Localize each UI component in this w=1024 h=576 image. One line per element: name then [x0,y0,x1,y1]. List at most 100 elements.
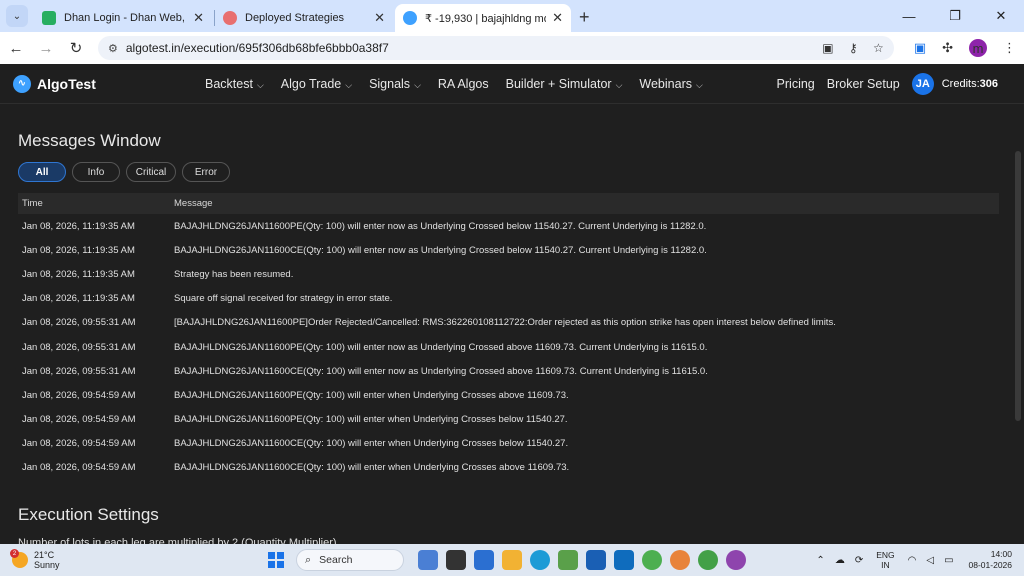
url-text[interactable]: algotest.in/execution/695f306db68bfe6bbb… [126,41,810,55]
table-row: Jan 08, 2026, 11:19:35 AM Strategy has be… [18,262,999,286]
main-menu: Backtest ⌵ Algo Trade ⌵ Signals ⌵ RA Algos … [205,64,720,104]
address-bar[interactable]: ⚙ algotest.in/execution/695f306db68bfe6b… [98,36,894,60]
messages-window-title: Messages Window [18,131,161,150]
credits-display: Credits:306 [942,78,998,90]
chevron-down-icon: ⌵ [345,80,353,90]
cast-icon[interactable]: ▣ [822,41,833,55]
bookmark-star-icon[interactable]: ☆ [873,41,884,55]
app-navbar: ∿ AlgoTest Backtest ⌵ Algo Trade ⌵ Signals… [0,64,1024,104]
password-key-icon[interactable]: ⚷ [849,41,858,55]
menu-builder-simulator[interactable]: Builder + Simulator ⌵ [506,77,623,91]
menu-label: Webinars [639,77,692,91]
algotest-logo-icon: ∿ [13,74,31,93]
minimize-icon[interactable]: — [886,0,932,32]
weather-widget[interactable]: 2 21°C Sunny [10,549,132,570]
filter-info-button[interactable]: Info [72,162,120,182]
sync-icon[interactable]: ⟳ [855,555,863,566]
row-message: [BAJAJHLDNG26JAN11600PE]Order Rejected/C… [174,317,836,329]
user-avatar[interactable]: JA [911,73,934,95]
row-time: Jan 08, 2026, 09:54:59 AM [22,438,136,450]
browser-tab-deployed-strategies[interactable]: Deployed Strategies ✕ [215,4,393,32]
tab-search-icon[interactable]: ⌄ [6,5,28,27]
teams-app-icon[interactable] [586,550,606,570]
new-tab-icon[interactable]: + [579,7,590,28]
store-app-icon[interactable] [474,550,494,570]
row-time: Jan 08, 2026, 09:55:31 AM [22,365,136,377]
taskbar-search[interactable]: ⌕ Search [296,549,404,571]
forward-icon[interactable]: → [32,34,60,62]
credits-value: 306 [979,78,998,90]
volume-icon[interactable]: ◁ [926,555,934,566]
close-window-icon[interactable]: ✕ [978,0,1024,32]
menu-backtest[interactable]: Backtest ⌵ [205,77,264,91]
clock-date: 08-01-2026 [968,560,1012,570]
extensions-puzzle-icon[interactable]: ✣ [942,40,953,56]
chevron-down-icon: ⌵ [695,80,703,90]
row-message: BAJAJHLDNG26JAN11600PE(Qty: 100) will en… [174,389,569,401]
row-time: Jan 08, 2026, 09:54:59 AM [22,414,136,426]
file-explorer-icon[interactable] [502,550,522,570]
menu-webinars[interactable]: Webinars ⌵ [639,77,702,91]
show-hidden-icons-icon[interactable]: ⌃ [816,555,824,566]
menu-label: RA Algos [437,77,489,91]
chevron-down-icon: ⌵ [414,80,421,90]
close-tab-icon[interactable]: ✕ [193,10,204,26]
row-message: BAJAJHLDNG26JAN11600CE(Qty: 100) will en… [174,244,707,256]
column-header-message: Message [170,193,999,214]
row-time: Jan 08, 2026, 09:54:59 AM [22,389,136,401]
messages-table: Time Message Jan 08, 2026, 11:19:35 AM BA… [18,193,999,480]
filter-all-button[interactable]: All [18,162,66,182]
restore-icon[interactable]: ❐ [932,0,978,32]
table-row: Jan 08, 2026, 09:54:59 AM BAJAJHLDNG26JAN… [18,383,999,407]
lang-bottom: IN [881,560,890,570]
chrome-profile-3-icon[interactable] [698,550,718,570]
pricing-link[interactable]: Pricing [777,77,815,91]
algotest-logo[interactable]: ∿ AlgoTest [13,74,96,93]
extension-record-icon[interactable]: ▣ [914,40,926,56]
edge-browser-icon[interactable] [530,550,550,570]
toolbar-right: ▣ ✣ m ⋮ [906,39,1024,57]
row-time: Jan 08, 2026, 09:55:31 AM [22,341,136,353]
language-indicator[interactable]: ENG IN [876,550,894,570]
menu-signals[interactable]: Signals ⌵ [369,77,421,91]
menu-ra-algos[interactable]: RA Algos [438,77,489,91]
clock[interactable]: 14:00 08-01-2026 [969,549,1012,571]
row-message: BAJAJHLDNG26JAN11600CE(Qty: 100) will en… [174,462,570,474]
row-message: Strategy has been resumed. [174,268,294,280]
site-info-icon[interactable]: ⚙ [108,42,118,55]
filter-error-button[interactable]: Error [182,162,230,182]
sun-icon: 2 [10,549,28,568]
back-icon[interactable]: ← [2,34,30,62]
row-time: Jan 08, 2026, 09:54:59 AM [22,462,136,474]
page-scrollbar[interactable] [1012,105,1024,545]
brand-name: AlgoTest [37,75,96,92]
chrome-profile-2-icon[interactable] [670,550,690,570]
row-message: BAJAJHLDNG26JAN11600PE(Qty: 100) will en… [174,414,568,426]
close-tab-icon[interactable]: ✕ [552,10,563,26]
reload-icon[interactable]: ↻ [62,34,90,62]
profile-avatar[interactable]: m [969,39,988,57]
nav-right: Pricing Broker Setup JA Credits:306 [765,64,998,104]
cloud-icon[interactable]: ☁ [835,555,845,566]
chrome-profile-1-icon[interactable] [642,550,662,570]
browser-menu-icon[interactable]: ⋮ [1003,40,1016,56]
windows-start-icon[interactable] [268,552,284,568]
filter-critical-button[interactable]: Critical [126,162,176,182]
row-time: Jan 08, 2026, 11:19:35 AM [22,244,135,256]
task-view-icon[interactable] [446,550,466,570]
row-message: BAJAJHLDNG26JAN11600PE(Qty: 100) will en… [174,341,708,353]
chrome-profile-4-icon[interactable] [726,550,746,570]
row-message: Square off signal received for strategy … [174,293,393,305]
close-tab-icon[interactable]: ✕ [374,10,385,26]
browser-tab-active[interactable]: ₹ -19,930 | bajajhldng momentum ✕ [395,4,571,32]
broker-setup-link[interactable]: Broker Setup [827,77,900,91]
algotest-favicon-icon [403,11,417,25]
copilot-app-icon[interactable] [418,550,438,570]
battery-icon[interactable]: ▭ [944,555,953,566]
menu-algo-trade[interactable]: Algo Trade ⌵ [281,77,352,91]
outlook-app-icon[interactable] [614,550,634,570]
browser-tab-dhan[interactable]: Dhan Login - Dhan Web, Options ✕ [34,4,212,32]
wifi-icon[interactable]: ◠ [908,555,917,566]
scrollbar-thumb[interactable] [1015,151,1021,421]
photos-app-icon[interactable] [558,550,578,570]
